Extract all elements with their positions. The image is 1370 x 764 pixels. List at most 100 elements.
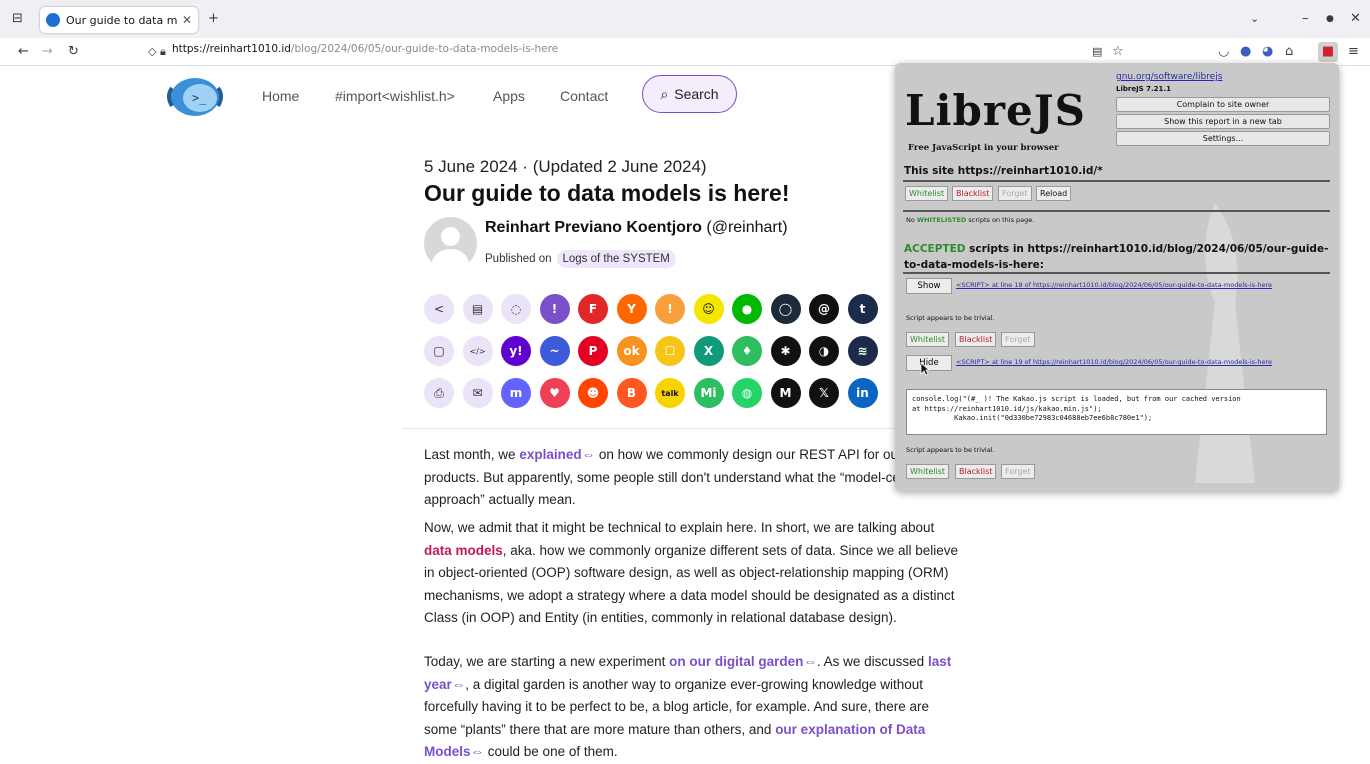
author-avatar[interactable] — [424, 217, 477, 270]
librejs-tagline: Free JavaScript in your browser — [908, 143, 1059, 153]
close-tab-icon[interactable]: ✕ — [182, 13, 192, 27]
share-snapchat-icon[interactable]: ☺ — [693, 294, 724, 324]
rule — [903, 210, 1330, 212]
script1-blacklist-button[interactable]: Blacklist — [955, 332, 997, 347]
url-host: https://reinhart1010.id — [172, 43, 291, 55]
author-name[interactable]: Reinhart Previano Koentjoro — [485, 219, 702, 236]
share-evernote-icon[interactable]: ♦ — [732, 336, 762, 366]
share-asterisk-icon[interactable]: ✱ — [770, 336, 801, 366]
script1-whitelist-button[interactable]: Whitelist — [906, 332, 950, 347]
category-pill[interactable]: Logs of the SYSTEM — [556, 250, 676, 268]
share-print-icon[interactable]: ⎙ — [424, 378, 454, 408]
url-path: /blog/2024/06/05/our-guide-to-data-model… — [290, 43, 559, 55]
favicon-icon — [46, 13, 60, 27]
search-label: Search — [674, 86, 719, 102]
nav-apps[interactable]: Apps — [493, 88, 525, 104]
trivial-note-2: Script appears to be trivial. — [906, 446, 995, 454]
share-pocket-icon[interactable]: ♥ — [539, 378, 570, 408]
share-buffer-icon[interactable]: ≋ — [847, 336, 878, 366]
svg-text:>_: >_ — [192, 91, 207, 105]
tab-active[interactable]: Our guide to data models ✕ — [40, 7, 198, 33]
nav-home[interactable]: Home — [262, 88, 299, 104]
share-odnoklassniki-icon[interactable]: ok — [616, 336, 647, 366]
script2-forget-button[interactable]: Forget — [1001, 464, 1035, 479]
link-digital-garden[interactable]: on our digital garden — [669, 654, 803, 669]
share-threads-icon[interactable]: @ — [809, 294, 839, 324]
share-yahoo-icon[interactable]: y! — [501, 336, 531, 366]
share-tumblr-icon[interactable]: t — [847, 294, 878, 324]
new-tab-icon[interactable]: + — [208, 12, 219, 26]
librejs-icon[interactable]: ■ — [1318, 42, 1338, 62]
report-new-tab-button[interactable]: Show this report in a new tab — [1116, 114, 1330, 129]
site-forget-button[interactable]: Forget — [998, 186, 1032, 201]
maximize-icon[interactable]: ● — [1326, 12, 1334, 26]
url-bar[interactable]: https://reinhart1010.id/blog/2024/06/05/… — [172, 43, 558, 55]
share-comment-icon[interactable]: ◌ — [501, 294, 531, 324]
share-linkedin-icon[interactable]: in — [847, 378, 878, 408]
shield-icon[interactable]: ◇ — [148, 45, 156, 59]
share-whatsapp-icon[interactable]: ◍ — [732, 378, 762, 408]
script2-whitelist-button[interactable]: Whitelist — [906, 464, 950, 479]
reader-mode-icon[interactable]: ▤ — [1092, 45, 1102, 59]
menu-icon[interactable]: ≡ — [1348, 45, 1359, 59]
librejs-homepage-link[interactable]: gnu.org/software/librejs — [1116, 72, 1222, 82]
share-mastodon-icon[interactable]: m — [501, 378, 531, 408]
share-embed-icon[interactable]: </> — [462, 336, 493, 366]
share-wechat-mini-icon[interactable]: ◑ — [809, 336, 839, 366]
close-window-icon[interactable]: ✕ — [1350, 12, 1361, 26]
tab-overview-icon[interactable]: ⊟ — [12, 12, 23, 26]
torch-watermark-icon — [1195, 203, 1255, 483]
site-blacklist-button[interactable]: Blacklist — [952, 186, 994, 201]
settings-button[interactable]: Settings... — [1116, 131, 1330, 146]
extensions-puzzle-icon[interactable]: ⌂ — [1285, 45, 1293, 59]
share-email-icon[interactable]: ✉ — [462, 378, 493, 408]
article-date: 5 June 2024 · (Updated 2 June 2024) — [424, 157, 707, 176]
share-messenger-icon[interactable]: ~ — [539, 336, 570, 366]
script-link-2[interactable]: <SCRIPT> at line 19 of https://reinhart1… — [956, 358, 1326, 366]
share-kakao-story-icon[interactable]: ! — [539, 294, 570, 324]
nav-wishlist[interactable]: #import<wishlist.h> — [335, 88, 455, 104]
bookmark-star-icon[interactable]: ☆ — [1112, 45, 1124, 59]
pocket-icon[interactable]: ◡ — [1218, 45, 1229, 59]
share-mix-icon[interactable]: Mi — [693, 378, 724, 408]
extension-icon[interactable]: ● — [1240, 45, 1251, 59]
nav-contact[interactable]: Contact — [560, 88, 608, 104]
share-kakao-talk-icon[interactable]: talk — [655, 378, 685, 408]
script1-forget-button[interactable]: Forget — [1001, 332, 1035, 347]
share-kakao-icon[interactable]: ! — [655, 294, 685, 324]
share-xing-icon[interactable]: X — [693, 336, 724, 366]
script2-blacklist-button[interactable]: Blacklist — [955, 464, 997, 479]
script-link-1[interactable]: <SCRIPT> at line 18 of https://reinhart1… — [956, 281, 1326, 289]
complain-button[interactable]: Complain to site owner — [1116, 97, 1330, 112]
site-whitelist-button[interactable]: Whitelist — [905, 186, 949, 201]
share-blogger-icon[interactable]: B — [616, 378, 647, 408]
share-signal-icon[interactable]: ◯ — [770, 294, 801, 324]
link-explained[interactable]: explained — [519, 447, 581, 462]
share-gmail-icon[interactable]: M — [770, 378, 801, 408]
lock-icon[interactable]: 🔒︎ — [160, 45, 166, 59]
link-data-models[interactable]: data models — [424, 543, 503, 558]
site-reload-button[interactable]: Reload — [1036, 186, 1072, 201]
share-line-icon[interactable]: ● — [732, 294, 762, 324]
site-logo[interactable]: >_ — [164, 74, 226, 118]
extension-globe-icon[interactable]: ◕ — [1262, 45, 1273, 59]
share-qzone-icon[interactable]: ☐ — [655, 336, 685, 366]
share-pinterest-icon[interactable]: P — [578, 336, 608, 366]
share-copy-icon[interactable]: ▢ — [424, 336, 454, 366]
minimize-icon[interactable]: – — [1302, 12, 1309, 26]
back-icon[interactable]: ← — [18, 45, 29, 59]
tab-bar: ⊟ Our guide to data models ✕ + ⌄ – ● ✕ — [0, 0, 1370, 38]
share-share-icon[interactable]: < — [424, 294, 454, 324]
share-x-icon[interactable]: 𝕏 — [809, 378, 839, 408]
search-button[interactable]: ⌕ Search — [642, 75, 737, 113]
share-flipboard-icon[interactable]: F — [578, 294, 608, 324]
share-print-pdf-icon[interactable]: ▤ — [462, 294, 493, 324]
reload-icon[interactable]: ↻ — [68, 45, 79, 59]
show-script-button[interactable]: Show — [906, 278, 952, 294]
share-hacker-news-icon[interactable]: Y — [616, 294, 647, 324]
p2-text-a: Now, we admit that it might be technical… — [424, 520, 935, 535]
mouse-cursor-icon — [920, 362, 930, 376]
forward-icon[interactable]: → — [42, 45, 53, 59]
chevron-down-icon[interactable]: ⌄ — [1250, 12, 1259, 26]
share-reddit-icon[interactable]: ☻ — [578, 378, 608, 408]
